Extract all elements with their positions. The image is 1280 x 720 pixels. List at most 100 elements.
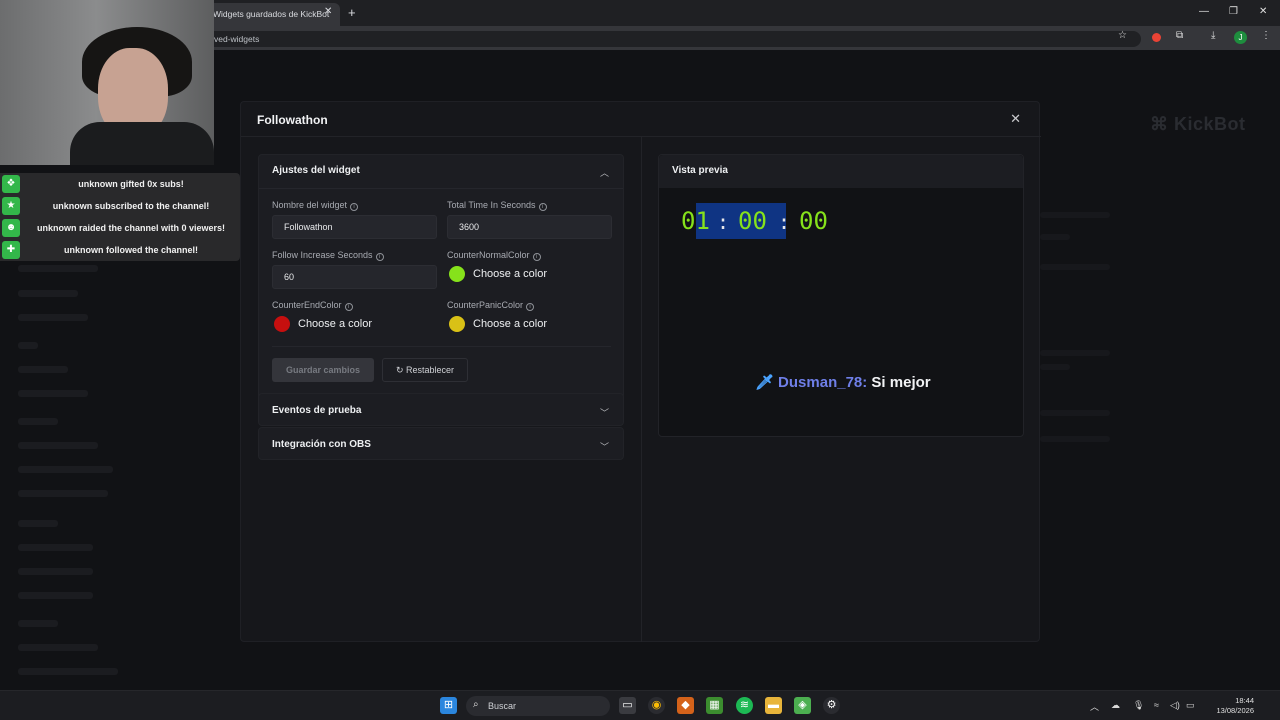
follow-increase-label: Follow Increase Seconds i bbox=[272, 250, 384, 261]
taskbar-clock[interactable]: 18:44 13/08/2026 bbox=[1206, 696, 1254, 716]
normal-color-label: CounterNormalColor i bbox=[447, 250, 541, 261]
sidebar-placeholder bbox=[18, 668, 118, 675]
gift-icon: ❖ bbox=[2, 175, 20, 193]
end-color-swatch[interactable] bbox=[274, 316, 290, 332]
total-time-value: 3600 bbox=[459, 222, 480, 232]
obs-integration-title: Integración con OBS bbox=[272, 439, 371, 450]
bookmark-star-icon[interactable]: ☆ bbox=[1118, 30, 1127, 41]
menu-dots-icon[interactable]: ⋮ bbox=[1261, 30, 1271, 41]
info-icon: i bbox=[344, 303, 353, 311]
file-explorer-icon[interactable]: ▬ bbox=[765, 697, 782, 714]
record-icon[interactable] bbox=[1152, 33, 1161, 42]
tab-close-icon[interactable]: ✕ bbox=[324, 6, 332, 17]
chevron-down-icon: ﹀ bbox=[599, 408, 609, 418]
sidebar-placeholder bbox=[18, 442, 98, 449]
widget-settings-panel: Ajustes del widget ︿ Nombre del widget i … bbox=[258, 154, 624, 409]
webcam-overlay bbox=[0, 0, 214, 165]
app-icon[interactable]: ◆ bbox=[677, 697, 694, 714]
wifi-icon[interactable]: ≈ bbox=[1154, 700, 1159, 710]
sidebar-placeholder bbox=[18, 592, 93, 599]
chevron-down-icon: ﹀ bbox=[599, 442, 609, 452]
content-placeholder bbox=[1040, 364, 1070, 370]
widget-name-value: Followathon bbox=[284, 222, 333, 232]
info-icon: i bbox=[375, 253, 384, 261]
timer-seconds: 00 bbox=[799, 207, 828, 235]
divider bbox=[259, 188, 623, 189]
sidebar-placeholder bbox=[18, 466, 113, 473]
panic-color-swatch[interactable] bbox=[449, 316, 465, 332]
app-icon[interactable]: ⚙ bbox=[823, 697, 840, 714]
chat-message: 🗡 Dusman_78: Si mejor bbox=[755, 373, 931, 391]
modal-close-icon[interactable]: ✕ bbox=[1010, 111, 1021, 127]
window-close-icon[interactable]: ✕ bbox=[1259, 6, 1267, 17]
search-placeholder: Buscar bbox=[488, 701, 517, 711]
normal-color-picker[interactable]: Choose a color bbox=[449, 265, 569, 283]
task-view-icon[interactable]: ▭ bbox=[619, 697, 636, 714]
modal-title: Followathon bbox=[257, 113, 328, 127]
new-tab-icon[interactable]: + bbox=[348, 5, 356, 20]
chat-username: Dusman_78: bbox=[778, 374, 868, 391]
normal-color-text: Choose a color bbox=[473, 268, 547, 280]
obs-integration-accordion[interactable]: Integración con OBS ﹀ bbox=[258, 427, 624, 460]
sidebar-placeholder bbox=[18, 265, 98, 272]
save-changes-button[interactable]: Guardar cambios bbox=[272, 358, 374, 382]
tray-chevron-icon[interactable]: ︿ bbox=[1090, 700, 1099, 713]
widget-name-input[interactable]: Followathon bbox=[272, 215, 437, 239]
star-icon: ★ bbox=[2, 197, 20, 215]
profile-avatar[interactable]: J bbox=[1234, 31, 1247, 44]
chrome-icon[interactable]: ◉ bbox=[648, 697, 665, 714]
alert-text: unknown gifted 0x subs! bbox=[78, 179, 184, 189]
sidebar-placeholder bbox=[18, 342, 38, 349]
test-events-accordion[interactable]: Eventos de prueba ﹀ bbox=[258, 393, 624, 426]
panic-color-picker[interactable]: Choose a color bbox=[449, 315, 569, 333]
download-icon[interactable]: ⤓ bbox=[1211, 30, 1215, 41]
follow-increase-input[interactable]: 60 bbox=[272, 265, 437, 289]
extensions-icon[interactable]: ⧉ bbox=[1176, 30, 1183, 41]
users-icon: ☻ bbox=[2, 219, 20, 237]
modal-divider bbox=[641, 137, 642, 642]
clock-time: 18:44 bbox=[1235, 696, 1254, 705]
settings-header[interactable]: Ajustes del widget bbox=[272, 165, 360, 176]
test-events-title: Eventos de prueba bbox=[272, 405, 362, 416]
browser-tab[interactable]: Widgets guardados de KickBot bbox=[205, 3, 340, 26]
total-time-input[interactable]: 3600 bbox=[447, 215, 612, 239]
timer-colon: : bbox=[717, 210, 730, 234]
panic-color-text: Choose a color bbox=[473, 318, 547, 330]
windows-start-icon[interactable]: ⊞ bbox=[440, 697, 457, 714]
volume-icon[interactable]: ◁) bbox=[1170, 700, 1180, 711]
content-placeholder bbox=[1040, 264, 1110, 270]
app-icon[interactable]: ◈ bbox=[794, 697, 811, 714]
sidebar-placeholder bbox=[18, 490, 108, 497]
end-color-label: CounterEndColor i bbox=[272, 300, 353, 311]
restore-icon[interactable]: ❐ bbox=[1229, 6, 1238, 17]
microphone-icon[interactable]: 🎙 bbox=[1133, 700, 1144, 711]
chevron-up-icon[interactable]: ︿ bbox=[600, 166, 609, 179]
total-time-label: Total Time In Seconds i bbox=[447, 200, 547, 211]
taskbar-search[interactable]: ⌕ Buscar bbox=[466, 696, 610, 716]
timer-hours: 01 bbox=[681, 207, 710, 235]
alert-text: unknown subscribed to the channel! bbox=[52, 201, 210, 211]
battery-icon[interactable]: ▭ bbox=[1186, 700, 1195, 711]
content-placeholder bbox=[1040, 410, 1110, 416]
info-icon: i bbox=[532, 253, 541, 261]
reset-button[interactable]: ↻ Restablecer bbox=[382, 358, 468, 382]
clock-date: 13/08/2026 bbox=[1216, 706, 1254, 715]
info-icon: i bbox=[538, 203, 547, 211]
widget-name-label: Nombre del widget i bbox=[272, 200, 359, 211]
end-color-text: Choose a color bbox=[298, 318, 372, 330]
normal-color-swatch[interactable] bbox=[449, 266, 465, 282]
modal-header: Followathon ✕ bbox=[241, 102, 1041, 137]
spotify-icon[interactable]: ≋ bbox=[736, 697, 753, 714]
info-icon: i bbox=[350, 203, 359, 211]
onedrive-icon[interactable]: ☁ bbox=[1111, 700, 1120, 711]
url-field[interactable]: ved-widgets bbox=[206, 31, 1141, 47]
sidebar-placeholder bbox=[18, 290, 78, 297]
timer-minutes: 00 bbox=[738, 207, 767, 235]
panic-color-label: CounterPanicColor i bbox=[447, 300, 535, 311]
alert-item: ☻ unknown raided the channel with 0 view… bbox=[0, 217, 240, 239]
alert-text: unknown followed the channel! bbox=[64, 245, 198, 255]
end-color-picker[interactable]: Choose a color bbox=[274, 315, 394, 333]
screen: Widgets guardados de KickBot ✕ + — ❐ ✕ v… bbox=[0, 0, 1280, 720]
minecraft-icon[interactable]: ▦ bbox=[706, 697, 723, 714]
minimize-icon[interactable]: — bbox=[1199, 6, 1209, 17]
